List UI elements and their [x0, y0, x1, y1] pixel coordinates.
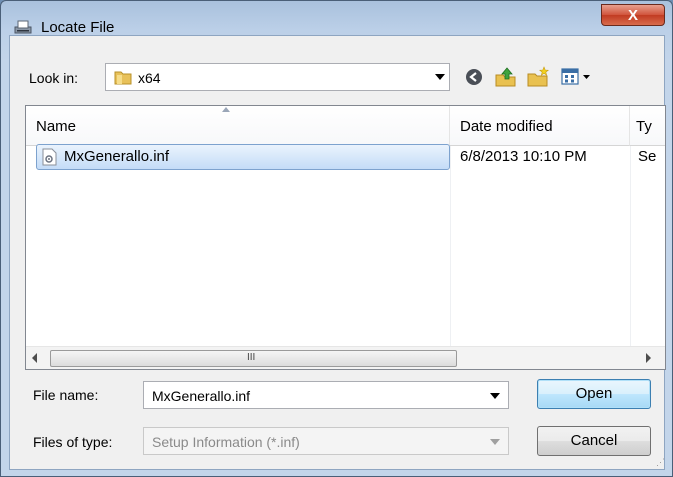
file-name-cell: MxGenerallo.inf [64, 148, 170, 165]
file-name-value: MxGenerallo.inf [152, 388, 251, 404]
sort-ascending-icon [222, 107, 230, 112]
look-in-value: x64 [138, 70, 161, 86]
column-header-date-modified[interactable]: Date modified [450, 106, 630, 146]
scroll-left-icon[interactable] [32, 353, 37, 363]
close-button[interactable]: X [601, 4, 665, 26]
chevron-down-icon [435, 74, 445, 80]
column-header-date-label: Date modified [460, 118, 553, 135]
look-in-dropdown[interactable]: x64 [105, 63, 450, 91]
window-title: Locate File [41, 19, 115, 36]
back-icon[interactable] [461, 65, 487, 89]
column-header-name-label: Name [36, 118, 77, 135]
scrollbar-thumb[interactable]: III [50, 350, 457, 367]
view-menu-icon[interactable] [559, 65, 597, 89]
new-folder-icon[interactable] [525, 65, 551, 89]
file-list[interactable]: Name Date modified Ty MxGenerallo.inf 6/… [25, 105, 666, 370]
inf-file-icon [42, 148, 57, 166]
file-type-cell: Se [638, 148, 657, 165]
open-button[interactable]: Open [537, 379, 651, 409]
look-in-label: Look in: [29, 70, 79, 86]
locate-file-dialog: Locate File X Look in: x64 Name Date mod… [0, 0, 673, 477]
thumb-grip: III [247, 352, 256, 363]
chevron-down-icon[interactable] [490, 393, 500, 399]
files-of-type-value: Setup Information (*.inf) [152, 434, 300, 450]
file-row[interactable]: MxGenerallo.inf 6/8/2013 10:10 PM Se [36, 144, 656, 170]
scroll-right-icon[interactable] [646, 353, 651, 363]
scanner-icon [14, 20, 32, 34]
resize-grip-icon[interactable]: ⋰ [656, 457, 665, 468]
horizontal-scrollbar[interactable]: III [26, 346, 665, 369]
chevron-down-icon [490, 439, 500, 445]
cancel-button[interactable]: Cancel [537, 426, 651, 456]
column-header-type-label: Ty [636, 118, 652, 135]
column-divider [630, 146, 631, 346]
file-date-cell: 6/8/2013 10:10 PM [460, 148, 587, 165]
column-header-name[interactable]: Name [26, 106, 450, 146]
file-name-label: File name: [33, 387, 99, 403]
folder-icon [114, 71, 132, 85]
files-of-type-label: Files of type: [33, 434, 113, 450]
up-folder-icon[interactable] [493, 65, 519, 89]
column-divider [450, 146, 451, 346]
column-header-type[interactable]: Ty [630, 106, 665, 146]
file-name-field[interactable]: MxGenerallo.inf [143, 381, 509, 409]
files-of-type-dropdown[interactable]: Setup Information (*.inf) [143, 427, 509, 455]
